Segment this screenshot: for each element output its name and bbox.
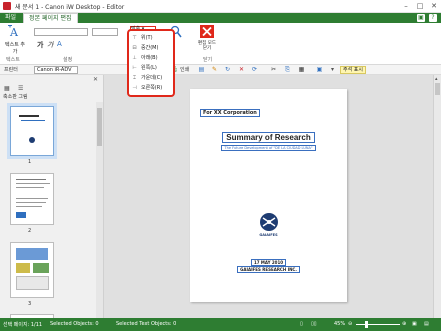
logo-wordmark: GAIAIFES <box>259 233 278 237</box>
font-color-button[interactable]: A <box>57 40 62 48</box>
two-page-view-icon[interactable]: ▯▯ <box>311 321 317 327</box>
thumbnail-number: 3 <box>28 301 32 307</box>
zoom-slider-handle[interactable] <box>365 321 368 328</box>
align-top-item[interactable]: ⊤ 위(T) <box>131 34 175 43</box>
ribbon-tab-bar: 파일 정본 페이지 편집 ▣ ? <box>0 13 441 23</box>
thumbnail-number: 2 <box>28 228 32 234</box>
page-icon[interactable]: ▤ <box>198 66 205 73</box>
thumbnail-view-icon[interactable]: ▦ <box>4 85 10 92</box>
align-center-item[interactable]: ⌶ 가운데(C) <box>131 74 175 83</box>
close-window-button[interactable]: ✕ <box>427 0 441 12</box>
show-notes-button[interactable]: 주석 표시 <box>340 66 366 74</box>
paste-icon[interactable]: ▦ <box>298 66 305 73</box>
zoom-slider[interactable] <box>356 324 400 325</box>
single-page-view-icon[interactable]: ▯ <box>300 321 303 327</box>
bold-button[interactable]: 가 <box>37 40 43 50</box>
document-subtitle: The Future Development of "DE LA CIUDAD … <box>221 145 316 151</box>
align-middle-item[interactable]: ⊟ 중간(M) <box>131 44 175 53</box>
thumbnail-panel: ✕ ▦ ☰ 축소판 그림 1 2 3 <box>0 75 104 318</box>
reload-icon[interactable]: ⟳ <box>251 66 258 73</box>
company-logo <box>260 213 278 231</box>
thumbnail-panel-title: 축소판 그림 <box>3 94 28 100</box>
zoom-out-icon[interactable]: ⊖ <box>348 321 352 327</box>
italic-button[interactable]: 가 <box>47 40 53 50</box>
status-page: 선택 페이지: 1/11 <box>3 322 43 328</box>
scroll-up-icon[interactable]: ▴ <box>435 76 438 82</box>
title-bar: 새 문서 1 - Canon iW Desktop - Editor – □ ✕ <box>0 0 441 13</box>
align-center-icon: ⌶ <box>132 75 136 81</box>
align-middle-icon: ⊟ <box>132 45 137 51</box>
window-title: 새 문서 1 - Canon iW Desktop - Editor <box>15 3 125 11</box>
ribbon: A 텍스트 추가 텍스트 가 가 A 설정 맞춤 ▾ 편집 모드 닫기 닫기 <box>0 23 441 65</box>
app-icon <box>3 2 11 10</box>
document-scrollbar[interactable]: ▴ <box>433 75 441 318</box>
help-icon[interactable]: ? <box>429 14 437 22</box>
quick-toolbar: 프린터 Canon iR-ADV ⎙ 인쇄 ▤ ✎ ↻ ✕ ⟳ ✂ ⎘ ▦ ▣ … <box>0 65 441 75</box>
highlight-icon[interactable]: ✎ <box>211 66 218 73</box>
close-x-icon <box>200 25 214 38</box>
document-title: Summary of Research <box>222 132 315 143</box>
header-box: For XX Corporation <box>200 109 260 117</box>
thumbnail-page[interactable] <box>10 173 54 225</box>
document-date: 17 MAY 2010 <box>250 259 287 266</box>
delete-icon[interactable]: ✕ <box>238 66 245 73</box>
svg-text:A: A <box>9 26 19 38</box>
align-right-icon: ⊣ <box>132 85 137 91</box>
cut-icon[interactable]: ✂ <box>270 66 277 73</box>
thumbnail-number: 1 <box>28 159 32 165</box>
status-selected-text-objects: Selected Text Objects: 0 <box>116 321 177 327</box>
print-label[interactable]: 인쇄 <box>180 66 189 73</box>
printer-select[interactable]: Canon iR-ADV <box>34 66 78 74</box>
close-group-label: 닫기 <box>203 57 213 63</box>
thumbnail-page[interactable] <box>10 242 54 298</box>
add-text-label: 텍스트 추가 <box>5 42 25 55</box>
minimize-button[interactable]: – <box>399 0 413 12</box>
align-bottom-item[interactable]: ⊥ 아래(B) <box>131 54 175 63</box>
insert-icon[interactable]: ▣ <box>316 66 323 73</box>
close-edit-mode-button[interactable]: 편집 모드 닫기 <box>196 25 218 51</box>
thumbnail-list-icon[interactable]: ☰ <box>18 85 23 92</box>
thumbnail-scrollbar[interactable] <box>96 102 103 318</box>
close-edit-mode-label: 편집 모드 닫기 <box>198 41 216 51</box>
zoom-value: 45% <box>334 321 346 327</box>
zoom-in-icon[interactable]: ⊕ <box>402 321 406 327</box>
add-text-icon: A <box>8 23 19 39</box>
align-left-item[interactable]: ⊢ 왼쪽(L) <box>131 64 175 73</box>
close-panel-button[interactable]: ✕ <box>93 76 98 83</box>
align-bottom-icon: ⊥ <box>132 55 137 61</box>
company-name: GAIAIFES RESEARCH INC. <box>237 266 300 273</box>
document-view: For XX Corporation Summary of Research T… <box>104 75 433 318</box>
font-family-select[interactable] <box>34 28 88 36</box>
printer-label: 프린터 <box>4 67 18 73</box>
document-page[interactable]: For XX Corporation Summary of Research T… <box>190 89 347 302</box>
maximize-button[interactable]: □ <box>413 0 427 12</box>
settings-group-label: 설정 <box>63 57 73 63</box>
tab-edit-page[interactable]: 정본 페이지 편집 <box>23 13 78 23</box>
thumbnail-list: 1 2 3 <box>0 102 96 318</box>
window-option-icon[interactable]: ▣ <box>417 14 425 22</box>
tab-file[interactable]: 파일 <box>0 13 21 23</box>
add-text-button[interactable]: A 텍스트 추가 <box>4 23 26 55</box>
copy-icon[interactable]: ⎘ <box>284 66 291 73</box>
fit-page-icon[interactable]: ▣ <box>412 321 417 327</box>
align-top-icon: ⊤ <box>132 35 137 41</box>
thumbnail-page[interactable] <box>10 106 54 156</box>
status-selected-objects: Selected Objects: 0 <box>50 321 99 327</box>
align-left-icon: ⊢ <box>132 65 137 71</box>
more-icon[interactable]: ▾ <box>329 66 336 73</box>
text-group-label: 텍스트 <box>6 57 20 63</box>
rotate-icon[interactable]: ↻ <box>224 66 231 73</box>
font-size-select[interactable] <box>92 28 118 36</box>
align-right-item[interactable]: ⊣ 오른쪽(R) <box>131 84 175 93</box>
status-bar: 선택 페이지: 1/11 Selected Objects: 0 Selecte… <box>0 318 441 331</box>
fit-width-icon[interactable]: ▤ <box>424 321 429 327</box>
align-menu: ⊤ 위(T) ⊟ 중간(M) ⊥ 아래(B) ⊢ 왼쪽(L) ⌶ 가운데(C) ⊣ 오른쪽(… <box>127 29 175 97</box>
